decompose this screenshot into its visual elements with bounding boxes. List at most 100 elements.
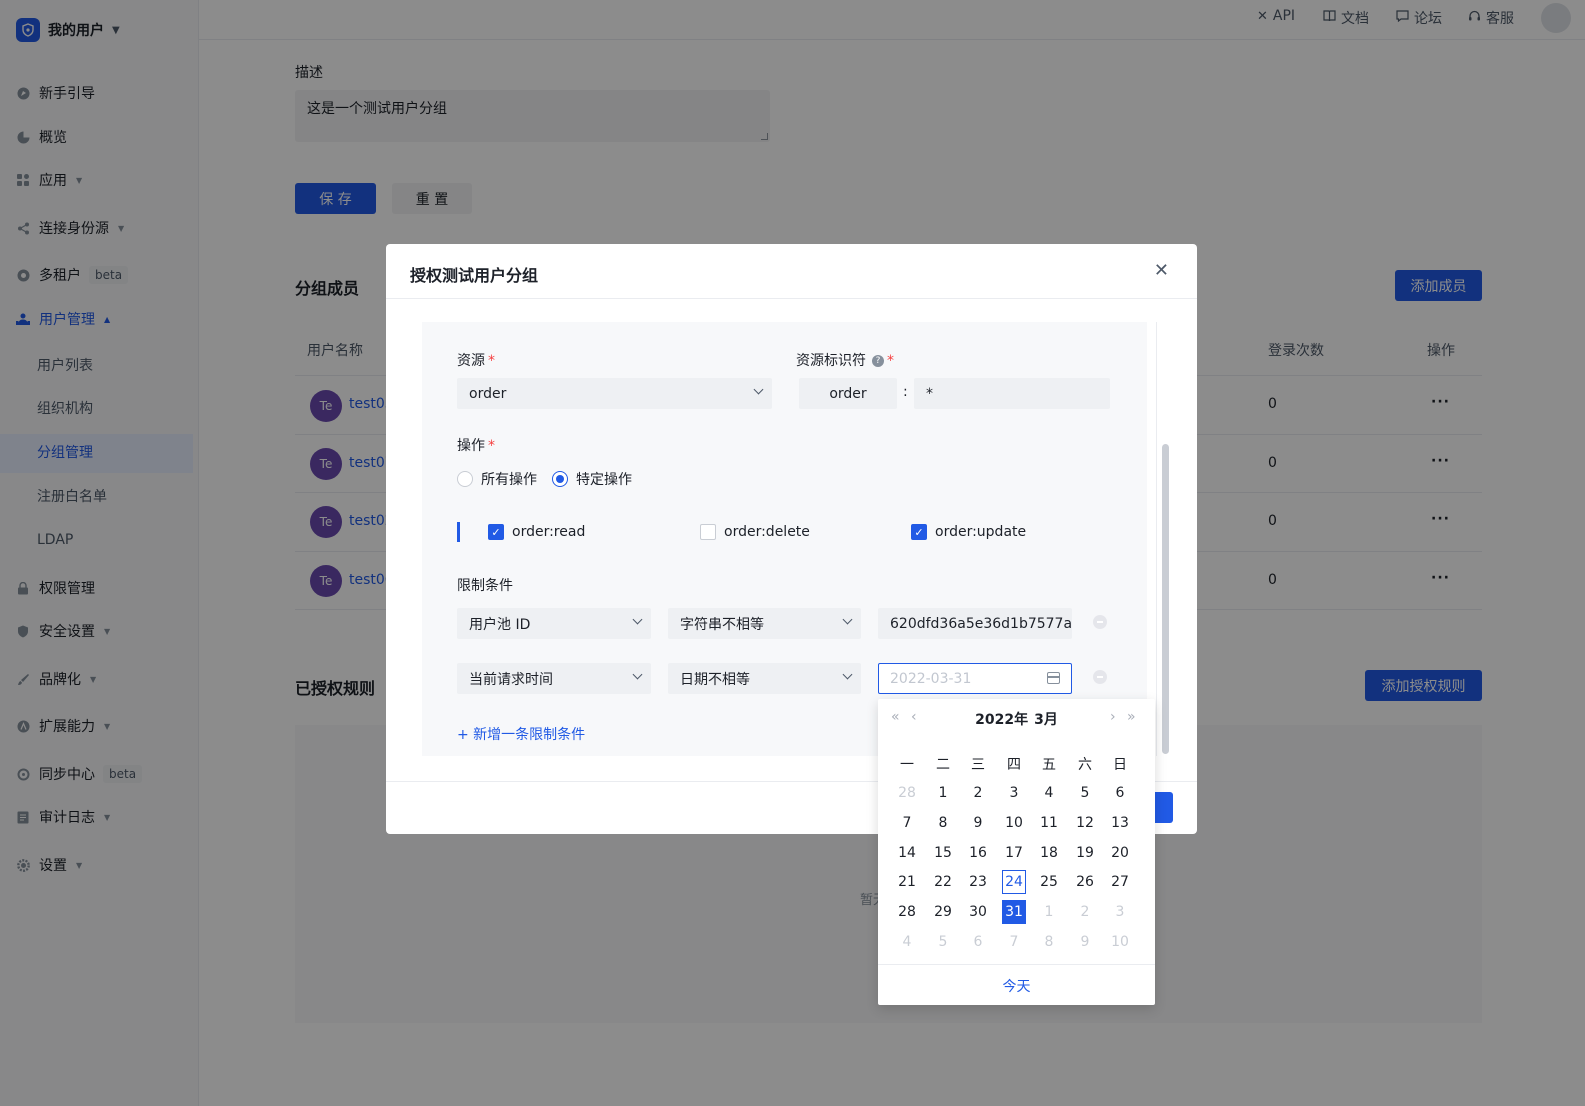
calendar-day[interactable]: 11 (1037, 811, 1061, 835)
scrollbar-thumb[interactable] (1162, 444, 1169, 754)
resource-label: 资源 * (457, 350, 495, 370)
date-picker-popup: « ‹ 2022年 3月 › » 一二三四五六日 28 1 2 3 4 5 6 7 8 9 10 11 1… (878, 699, 1155, 1005)
help-icon[interactable]: ? (872, 355, 884, 367)
calendar-day[interactable]: 1 (1037, 900, 1061, 924)
radio-circle-selected (552, 471, 568, 487)
select-value: 当前请求时间 (469, 671, 553, 688)
resource-select[interactable]: order (457, 378, 772, 409)
remove-condition-icon[interactable] (1093, 670, 1107, 684)
calendar-day[interactable]: 17 (1002, 841, 1026, 865)
chevron-down-icon (753, 384, 764, 395)
close-icon[interactable]: ✕ (1154, 260, 1169, 281)
chevron-down-icon (842, 614, 853, 625)
weekday-label: 日 (1113, 757, 1127, 773)
calendar-day[interactable]: 5 (931, 930, 955, 954)
next-month-icon[interactable]: › (1110, 709, 1116, 725)
calendar-day[interactable]: 24 (1002, 870, 1026, 895)
checkbox-order-update[interactable]: ✓ order:update (911, 524, 1026, 540)
condition-operator-select[interactable]: 日期不相等 (668, 663, 861, 694)
calendar-day[interactable]: 2 (1073, 900, 1097, 924)
calendar-icon (1047, 672, 1060, 684)
calendar-day[interactable]: 8 (931, 811, 955, 835)
calendar-day[interactable]: 9 (966, 811, 990, 835)
permissions-indicator (457, 522, 460, 542)
calendar-day[interactable]: 20 (1108, 841, 1132, 865)
calendar-day[interactable]: 12 (1073, 811, 1097, 835)
conditions-label: 限制条件 (457, 578, 513, 594)
calendar-day[interactable]: 23 (966, 870, 990, 894)
checkbox-checked-icon: ✓ (488, 524, 504, 540)
calendar-day[interactable]: 7 (1002, 930, 1026, 954)
calendar-day[interactable]: 27 (1108, 870, 1132, 894)
calendar-day[interactable]: 8 (1037, 930, 1061, 954)
calendar-day[interactable]: 28 (895, 781, 919, 805)
calendar-day[interactable]: 4 (895, 930, 919, 954)
today-button[interactable]: 今天 (878, 976, 1155, 996)
date-placeholder: 2022-03-31 (890, 670, 972, 687)
resource-id-colon: : (903, 384, 908, 400)
month-label[interactable]: 3月 (1034, 712, 1058, 728)
calendar-day[interactable]: 3 (1002, 781, 1026, 805)
calendar-day[interactable]: 19 (1073, 841, 1097, 865)
calendar-day[interactable]: 28 (895, 900, 919, 924)
calendar-day[interactable]: 2 (966, 781, 990, 805)
condition-value-input[interactable]: 620dfd36a5e36d1b7577a2 (878, 608, 1072, 639)
next-year-icon[interactable]: » (1127, 709, 1136, 725)
checkbox-unchecked-icon (700, 524, 716, 540)
weekday-label: 六 (1078, 757, 1092, 773)
calendar-day[interactable]: 10 (1108, 930, 1132, 954)
select-value: 用户池 ID (469, 616, 531, 633)
calendar-day[interactable]: 22 (931, 870, 955, 894)
required-mark: * (488, 353, 495, 369)
condition-operator-select[interactable]: 字符串不相等 (668, 608, 861, 639)
weekday-label: 二 (936, 757, 950, 773)
chevron-down-icon (842, 669, 853, 680)
calendar-day[interactable]: 31 (1002, 900, 1026, 925)
checkbox-label: order:delete (724, 524, 810, 540)
required-mark: * (887, 353, 894, 369)
calendar-day[interactable]: 16 (966, 841, 990, 865)
required-mark: * (488, 438, 495, 454)
checkbox-order-delete[interactable]: order:delete (700, 524, 810, 540)
calendar-day[interactable]: 25 (1037, 870, 1061, 894)
calendar-day[interactable]: 29 (931, 900, 955, 924)
weekday-label: 四 (1007, 757, 1021, 773)
calendar-day[interactable]: 30 (966, 900, 990, 924)
calendar-day[interactable]: 21 (895, 870, 919, 894)
calendar-day[interactable]: 5 (1073, 781, 1097, 805)
calendar-day[interactable]: 15 (931, 841, 955, 865)
action-label-text: 操作 (457, 438, 485, 454)
calendar-day[interactable]: 18 (1037, 841, 1061, 865)
date-input[interactable]: 2022-03-31 (878, 663, 1072, 694)
year-label[interactable]: 2022年 (975, 712, 1028, 728)
chevron-down-icon (632, 614, 643, 625)
calendar-day[interactable]: 26 (1073, 870, 1097, 894)
radio-circle (457, 471, 473, 487)
resource-id-label-text: 资源标识符 (796, 353, 866, 369)
chevron-down-icon (632, 669, 643, 680)
radio-specific-actions[interactable]: 特定操作 (552, 469, 632, 489)
calendar-day[interactable]: 14 (895, 841, 919, 865)
calendar-day[interactable]: 10 (1002, 811, 1026, 835)
calendar-day[interactable]: 6 (966, 930, 990, 954)
checkbox-label: order:read (512, 524, 586, 540)
calendar-day[interactable]: 4 (1037, 781, 1061, 805)
resource-label-text: 资源 (457, 353, 485, 369)
calendar-day[interactable]: 7 (895, 811, 919, 835)
calendar-day[interactable]: 9 (1073, 930, 1097, 954)
calendar-day[interactable]: 1 (931, 781, 955, 805)
radio-all-actions[interactable]: 所有操作 (457, 469, 537, 489)
remove-condition-icon[interactable] (1093, 615, 1107, 629)
condition-field-select[interactable]: 用户池 ID (457, 608, 651, 639)
resource-id-prefix: order (799, 378, 897, 409)
calendar-day[interactable]: 13 (1108, 811, 1132, 835)
calendar-day[interactable]: 3 (1108, 900, 1132, 924)
resource-select-value: order (469, 385, 507, 402)
resource-id-input[interactable]: * (914, 378, 1110, 409)
radio-label: 特定操作 (576, 472, 632, 488)
calendar-day[interactable]: 6 (1108, 781, 1132, 805)
condition-field-select[interactable]: 当前请求时间 (457, 663, 651, 694)
add-condition-link[interactable]: + 新增一条限制条件 (457, 724, 585, 744)
checkbox-order-read[interactable]: ✓ order:read (488, 524, 585, 540)
radio-label: 所有操作 (481, 472, 537, 488)
